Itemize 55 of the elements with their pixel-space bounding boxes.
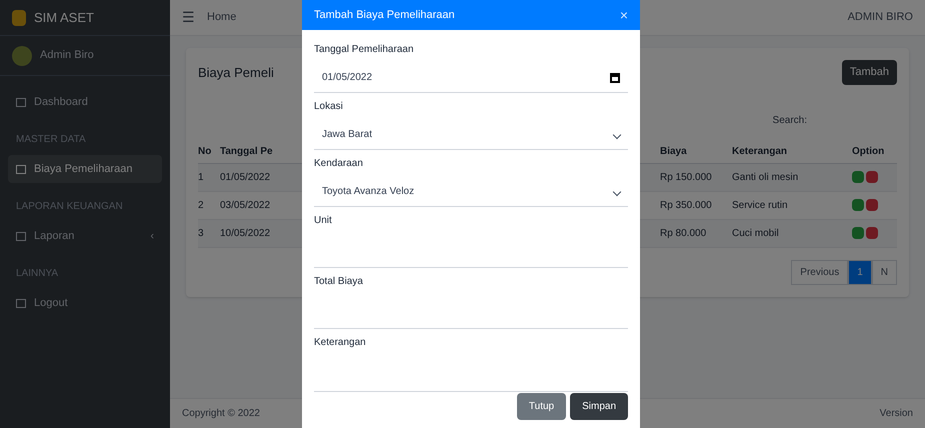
search-label: Search: <box>772 114 807 128</box>
add-button[interactable]: Tambah <box>842 60 897 84</box>
field-label: Unit <box>314 214 333 228</box>
sidebar-item[interactable]: Logout <box>8 289 162 317</box>
date-field[interactable]: 01/05/2022 <box>314 63 628 93</box>
page-title: Biaya Pemeli <box>198 64 274 82</box>
sidebar-item[interactable]: Dashboard <box>8 88 162 116</box>
select-field[interactable]: Toyota Avanza Veloz <box>314 177 628 207</box>
field-label: Kendaraan <box>314 157 364 171</box>
table-cell: Rp 350.000 <box>660 200 712 210</box>
select-field[interactable]: Jawa Barat <box>314 120 628 150</box>
table-cell: 03/05/2022 <box>220 200 270 210</box>
table-cell: 3 <box>198 228 204 238</box>
edit-icon[interactable] <box>852 227 864 239</box>
delete-icon[interactable] <box>866 199 878 211</box>
table-cell: 10/05/2022 <box>220 228 270 238</box>
field-label: Keterangan <box>314 336 367 350</box>
menu-icon[interactable]: ☰ <box>182 7 195 28</box>
calendar-icon <box>610 72 620 82</box>
delete-icon[interactable] <box>866 171 878 183</box>
table-cell: Rp 80.000 <box>660 228 706 238</box>
table-cell: 1 <box>198 172 204 182</box>
save-button[interactable]: Simpan <box>570 393 628 420</box>
field-label: Total Biaya <box>314 275 364 289</box>
cancel-button[interactable]: Tutup <box>516 393 566 420</box>
delete-icon[interactable] <box>866 227 878 239</box>
edit-icon[interactable] <box>852 171 864 183</box>
table-cell: 2 <box>198 200 204 210</box>
logo-icon <box>12 10 26 26</box>
user-name[interactable]: Admin Biro <box>40 47 94 64</box>
edit-icon[interactable] <box>852 199 864 211</box>
column-header: Biaya <box>660 146 687 156</box>
pagination-button[interactable]: Previous <box>791 260 848 284</box>
column-header: Tanggal Pe <box>220 146 273 156</box>
home-link[interactable]: Home <box>207 9 236 26</box>
table-cell: Service rutin <box>732 200 788 210</box>
column-header: No <box>198 146 212 156</box>
table-cell: Ganti oli mesin <box>732 172 798 182</box>
table-cell: 01/05/2022 <box>220 172 270 182</box>
column-header: Option <box>852 146 884 156</box>
version-text: Version <box>880 407 913 421</box>
user-menu[interactable]: ADMIN BIRO <box>848 9 913 26</box>
modal-title: Tambah Biaya Pemeliharaan <box>314 8 455 23</box>
brand-name: SIM ASET <box>34 8 94 27</box>
table-cell: Rp 150.000 <box>660 172 712 182</box>
copyright-text: Copyright © 2022 <box>182 407 260 421</box>
column-header: Keterangan <box>732 146 788 156</box>
sidebar-item[interactable]: Laporan ‹ <box>8 222 162 250</box>
field-label: Tanggal Pemeliharaan <box>314 43 415 57</box>
pagination-button[interactable]: N <box>872 260 897 284</box>
field-label: Lokasi <box>314 100 344 114</box>
pagination-button[interactable]: 1 <box>848 260 872 284</box>
avatar-icon <box>12 46 32 66</box>
close-button[interactable]: × <box>620 4 628 26</box>
table-cell: Cuci mobil <box>732 228 779 238</box>
